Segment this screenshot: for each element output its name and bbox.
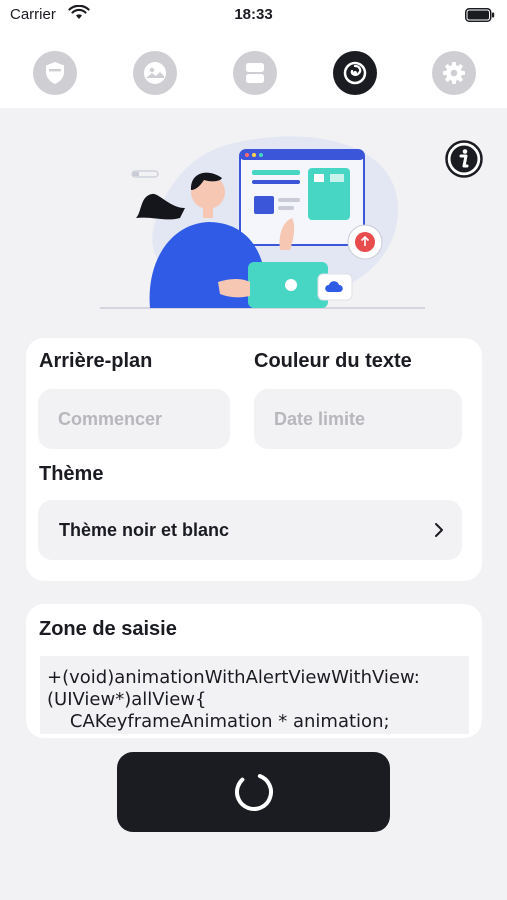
tab-image[interactable]	[133, 51, 177, 95]
theme-select[interactable]: Thème noir et blanc	[38, 500, 462, 560]
code-line: CAKeyframeAnimation * animation;	[47, 711, 390, 732]
status-bar: Carrier 18:33	[0, 0, 507, 32]
hero-illustration	[100, 136, 425, 309]
text-color-field[interactable]: Date limite	[254, 389, 462, 449]
chevron-right-icon	[435, 523, 443, 537]
code-textarea[interactable]: +(void)animationWithAlertViewWithView: (…	[40, 656, 469, 734]
theme-value: Thème noir et blanc	[59, 519, 230, 540]
gear-icon	[443, 62, 465, 84]
input-zone-card: Zone de saisie +(void)animationWithAlert…	[26, 604, 482, 738]
settings-card: Arrière-plan Commencer Couleur du texte …	[26, 338, 482, 581]
background-field[interactable]: Commencer	[38, 389, 230, 449]
clock: 18:33	[234, 6, 273, 23]
image-icon	[144, 62, 166, 84]
tab-bar	[0, 32, 507, 108]
code-line: (UIView*)allView{	[47, 689, 207, 710]
swirl-icon	[343, 61, 367, 85]
shield-icon	[46, 62, 64, 84]
layers-icon	[246, 63, 264, 83]
info-icon[interactable]	[444, 139, 484, 179]
tab-settings[interactable]	[432, 51, 476, 95]
input-zone-label: Zone de saisie	[39, 618, 177, 640]
background-label: Arrière-plan	[39, 350, 153, 372]
generate-button[interactable]	[117, 752, 390, 832]
tab-shield[interactable]	[33, 51, 77, 95]
loading-spinner-icon	[234, 773, 273, 811]
code-line: +(void)animationWithAlertViewWithView:	[47, 667, 420, 688]
text-color-label: Couleur du texte	[254, 350, 412, 372]
tab-layers[interactable]	[233, 51, 277, 95]
theme-label: Thème	[39, 463, 104, 485]
battery-icon	[465, 8, 495, 22]
tab-swirl[interactable]	[333, 51, 377, 95]
